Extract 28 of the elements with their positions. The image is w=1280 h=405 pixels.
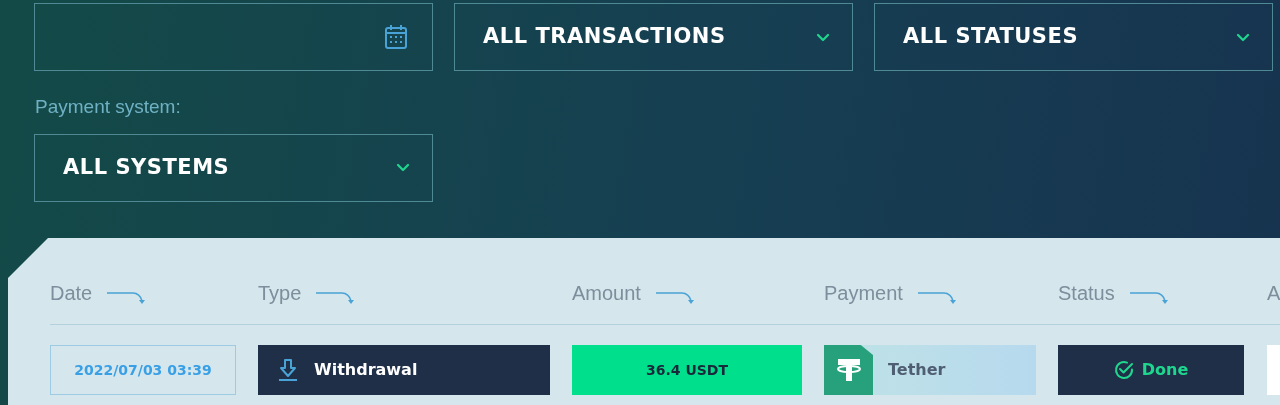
type-label: Withdrawal <box>314 359 418 381</box>
dropdown-select[interactable]: ALL STATUSES <box>874 3 1273 71</box>
dropdown-select[interactable]: ALL SYSTEMS <box>34 133 433 202</box>
column-header: Status <box>1058 281 1115 306</box>
date-field[interactable] <box>34 3 433 71</box>
amount-cell: 36.4 USDT <box>572 345 802 395</box>
column-header: Amount <box>572 281 641 306</box>
column-header: Payment <box>824 281 903 306</box>
chevron-down-icon <box>1236 32 1250 42</box>
column-header: A <box>1267 281 1280 306</box>
sort-arrow-icon[interactable] <box>916 289 957 305</box>
sort-arrow-icon[interactable] <box>654 289 695 305</box>
date-cell: 2022/07/03 03:39 <box>50 345 236 395</box>
column-header: Type <box>258 281 302 306</box>
chevron-down-icon <box>816 32 830 42</box>
field-label: Payment system: <box>35 95 181 119</box>
sort-arrow-icon[interactable] <box>106 289 147 305</box>
download-icon <box>278 359 298 381</box>
status-label: Done <box>1141 359 1189 381</box>
dropdown-select[interactable]: ALL TRANSACTIONS <box>454 3 853 71</box>
tether-logo-icon <box>824 345 873 395</box>
payment-label: Tether <box>888 359 946 381</box>
calendar-icon <box>384 24 408 50</box>
sort-arrow-icon[interactable] <box>315 289 356 305</box>
check-circle-icon <box>1113 360 1134 380</box>
sort-arrow-icon[interactable] <box>1128 289 1169 305</box>
column-header: Date <box>50 281 93 306</box>
chevron-down-icon <box>396 163 410 172</box>
